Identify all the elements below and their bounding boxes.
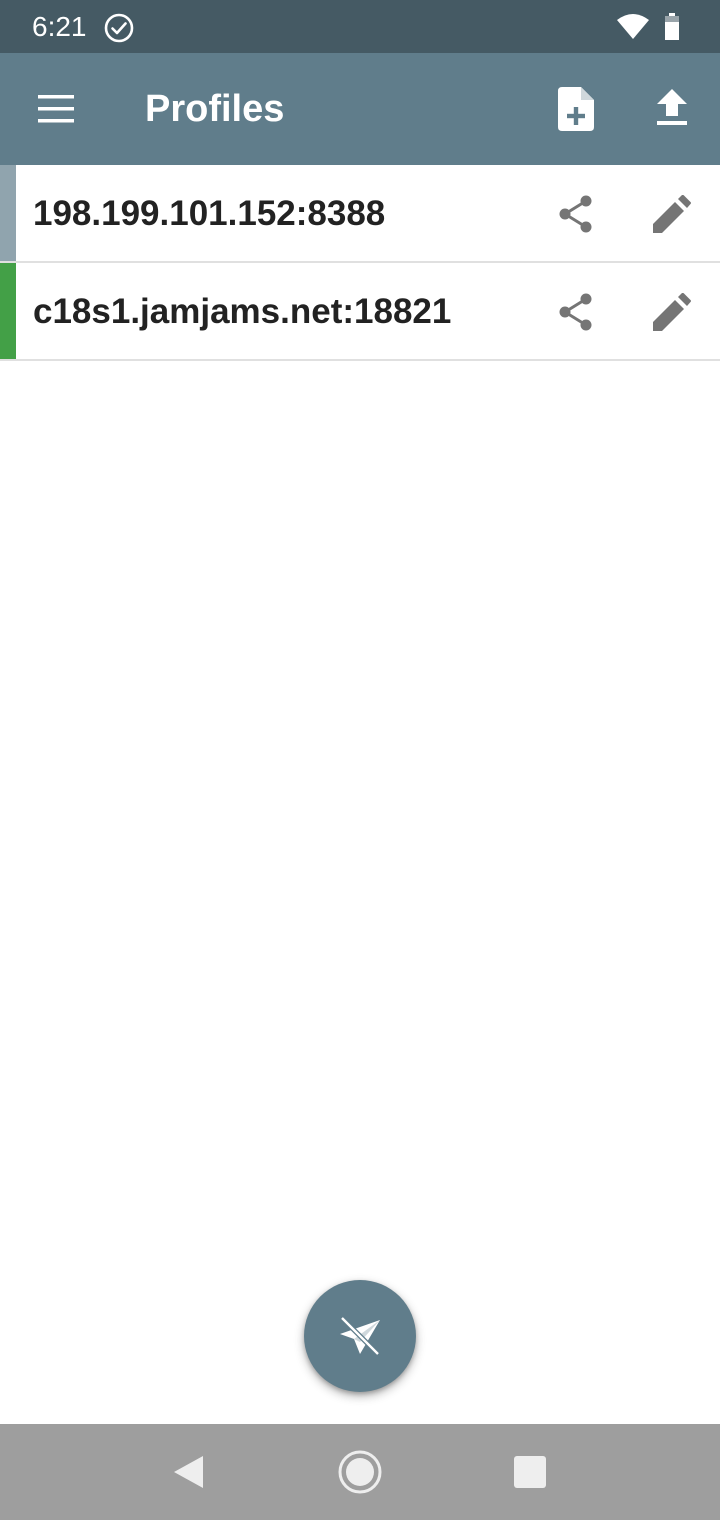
edit-pencil-icon — [653, 293, 691, 331]
share-icon — [559, 195, 592, 233]
note-add-icon — [558, 87, 594, 131]
share-profile-button[interactable] — [548, 284, 604, 340]
status-bar: 6:21 — [0, 0, 720, 53]
home-circle-icon — [338, 1450, 382, 1494]
edit-profile-button[interactable] — [644, 186, 700, 242]
app-bar: Profiles — [0, 53, 720, 165]
check-circle-icon — [103, 12, 135, 44]
menu-button[interactable] — [28, 81, 84, 137]
edit-pencil-icon — [653, 195, 691, 233]
profile-row[interactable]: 198.199.101.152:8388 — [0, 165, 720, 263]
connect-fab-button[interactable] — [304, 1280, 416, 1392]
battery-icon — [664, 13, 680, 40]
paper-plane-off-icon — [340, 1316, 380, 1356]
add-profile-button[interactable] — [548, 79, 604, 139]
wifi-icon — [616, 13, 650, 41]
profile-status-indicator — [0, 165, 16, 261]
upload-icon — [657, 89, 687, 125]
share-icon — [559, 293, 592, 331]
profile-row[interactable]: c18s1.jamjams.net:18821 — [0, 263, 720, 361]
back-triangle-icon — [174, 1456, 203, 1488]
recents-square-icon — [514, 1456, 546, 1488]
profile-list: 198.199.101.152:8388 c18s1.jamjams.net:1… — [0, 165, 720, 361]
profile-name: c18s1.jamjams.net:18821 — [33, 292, 452, 331]
navigation-bar — [0, 1424, 720, 1520]
profile-status-indicator — [0, 263, 16, 359]
status-time: 6:21 — [32, 11, 87, 42]
screen: 6:21 Profiles 198.199.101.152:8388 c18s1… — [0, 0, 720, 1520]
share-profile-button[interactable] — [548, 186, 604, 242]
page-title: Profiles — [145, 88, 285, 130]
nav-recents-button[interactable] — [504, 1446, 556, 1498]
menu-icon — [38, 95, 74, 123]
nav-home-button[interactable] — [334, 1446, 386, 1498]
profile-name: 198.199.101.152:8388 — [33, 194, 386, 233]
nav-back-button[interactable] — [168, 1446, 220, 1498]
edit-profile-button[interactable] — [644, 284, 700, 340]
upload-button[interactable] — [644, 81, 700, 137]
